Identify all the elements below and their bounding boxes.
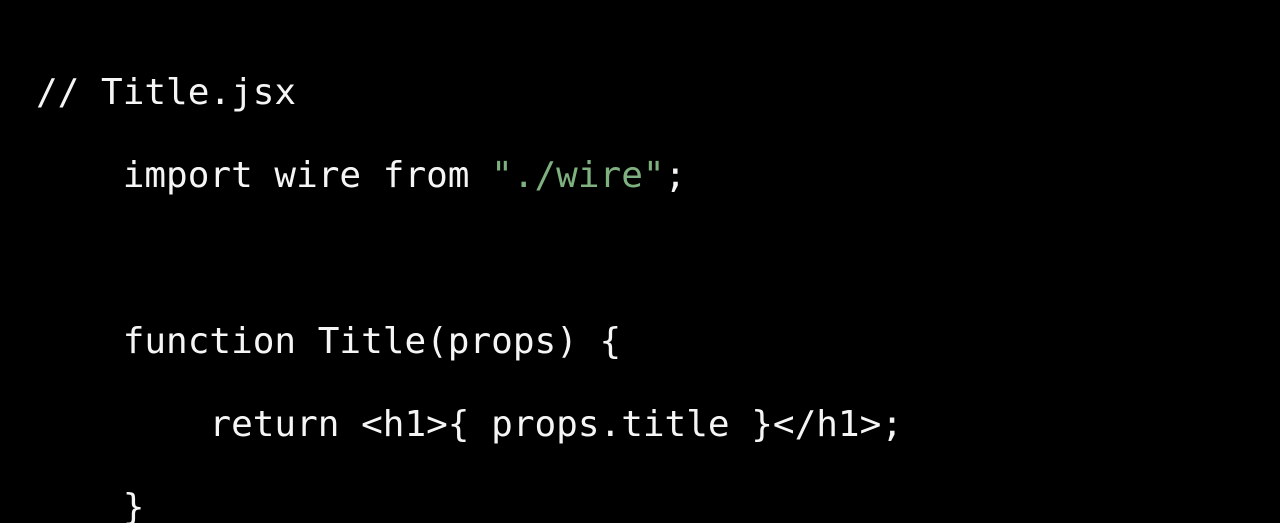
code-token-string: "./wire" xyxy=(491,155,665,196)
code-token-plain: ; xyxy=(664,155,687,196)
code-line: function Title(props) { xyxy=(36,321,1280,363)
code-line xyxy=(36,238,1280,280)
code-line: return <h1>{ props.title }</h1>; xyxy=(36,404,1280,446)
code-token-plain: } xyxy=(36,487,145,523)
code-token-blank xyxy=(36,238,58,279)
code-token-plain: function Title(props) { xyxy=(36,321,622,362)
code-line: // Title.jsx xyxy=(36,72,1280,114)
code-token-plain: import wire from xyxy=(36,155,492,196)
code-screenshot: // Title.jsx import wire from "./wire"; … xyxy=(0,0,1280,523)
code-token-plain: return <h1>{ props.title }</h1>; xyxy=(36,404,903,445)
code-block[interactable]: // Title.jsx import wire from "./wire"; … xyxy=(36,72,1280,523)
code-line: import wire from "./wire"; xyxy=(36,155,1280,197)
code-token-plain: // Title.jsx xyxy=(36,72,297,113)
code-line: } xyxy=(36,487,1280,523)
